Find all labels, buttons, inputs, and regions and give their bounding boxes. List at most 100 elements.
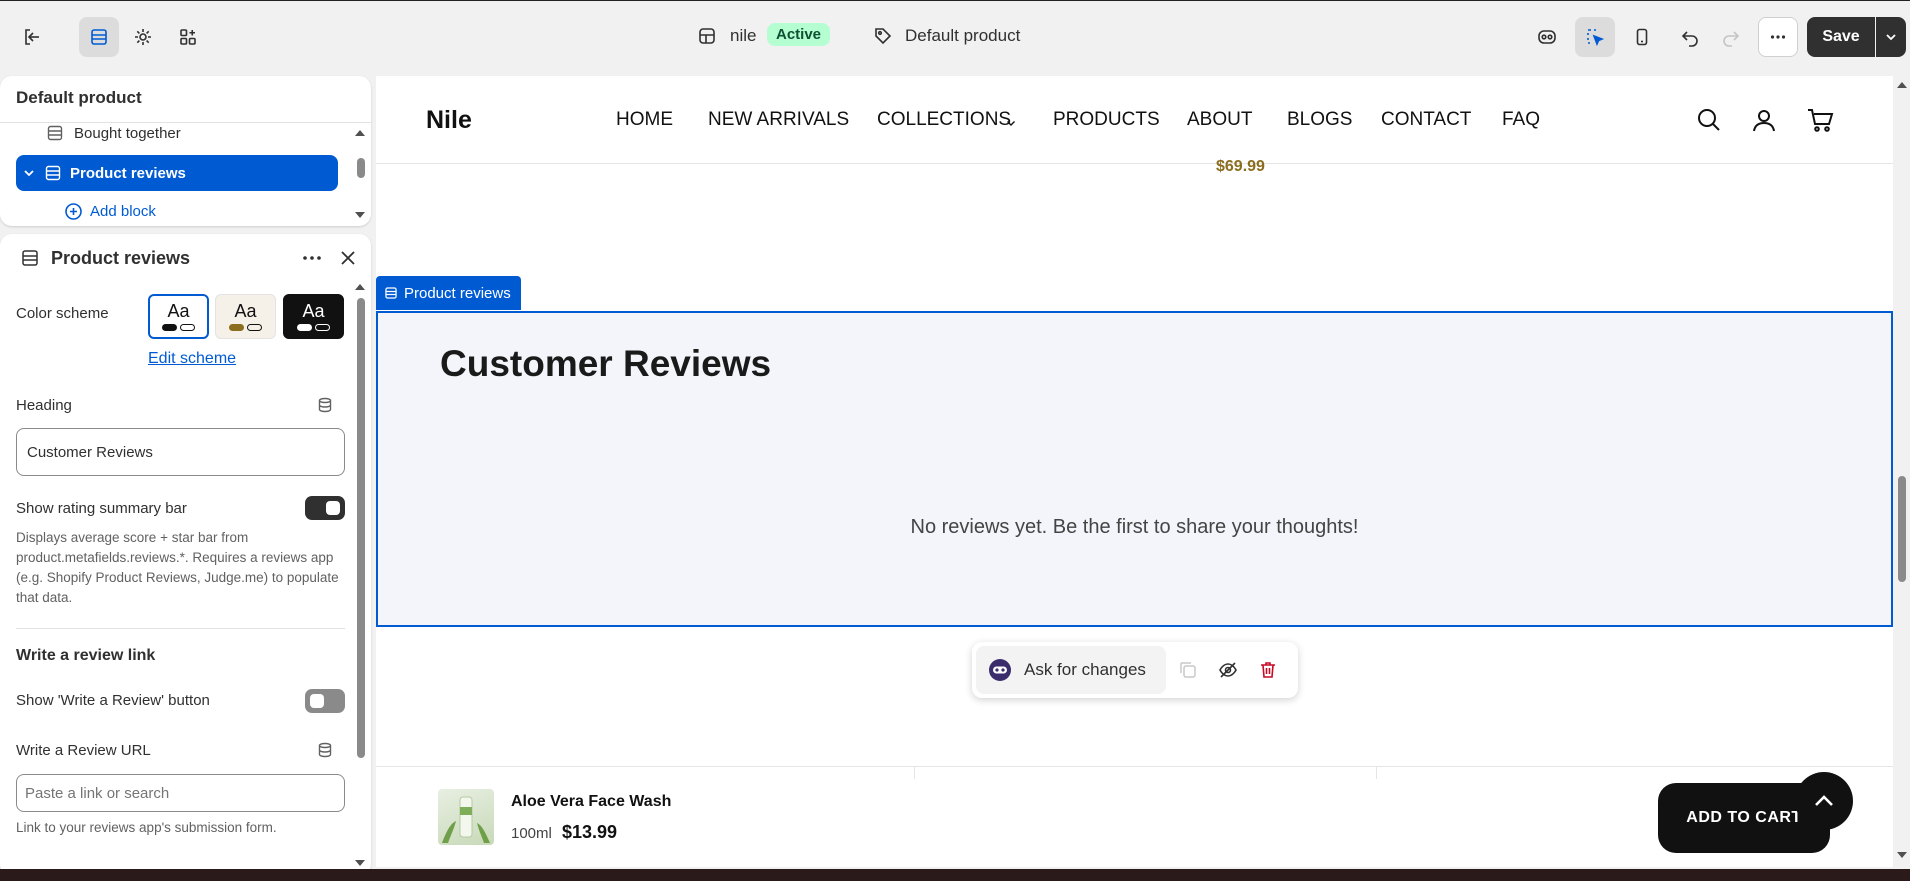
nav-products[interactable]: PRODUCTS (1053, 109, 1160, 131)
ellipsis-icon (303, 256, 321, 260)
reviews-heading: Customer Reviews (440, 343, 772, 384)
undo-button[interactable] (1670, 17, 1710, 57)
search-icon[interactable] (1696, 107, 1722, 133)
duplicate-icon[interactable] (1178, 660, 1198, 680)
settings-title: Product reviews (51, 248, 191, 268)
sections-button[interactable] (79, 17, 119, 57)
cart-icon[interactable] (1806, 107, 1834, 133)
scheme-sample-text: Aa (167, 301, 190, 321)
tree-item-bought-together[interactable]: Bought together (16, 116, 338, 150)
exit-button[interactable] (12, 17, 52, 57)
edit-scheme-link[interactable]: Edit scheme (148, 350, 236, 368)
exit-icon (25, 29, 39, 45)
tree-item-product-reviews[interactable]: Product reviews (16, 155, 338, 191)
scroll-down-icon (355, 212, 365, 218)
chevron-down-icon (1886, 34, 1896, 41)
account-icon[interactable] (1751, 107, 1777, 133)
color-scheme-option-3[interactable]: Aa (283, 294, 344, 339)
tag-icon (873, 26, 893, 46)
ellipsis-icon (1770, 35, 1786, 39)
cursor-select-icon (1587, 29, 1605, 47)
store-name: nile (730, 26, 757, 45)
dynamic-source-icon[interactable] (316, 396, 334, 414)
save-menu-button[interactable] (1876, 17, 1906, 57)
preview-scrollbar[interactable] (1894, 76, 1910, 866)
store-icon (697, 26, 717, 46)
heading-input[interactable]: Customer Reviews (16, 428, 345, 476)
inspector-button[interactable] (1575, 17, 1615, 57)
rating-bar-toggle[interactable] (305, 496, 345, 520)
os-taskbar (0, 869, 1910, 881)
section-icon (385, 287, 397, 299)
site-header: Nile HOME NEW ARRIVALS COLLECTIONS PRODU… (376, 76, 1893, 164)
show-write-button-toggle[interactable] (305, 689, 345, 713)
review-url-label: Write a Review URL (16, 742, 151, 759)
theme-settings-button[interactable] (123, 17, 163, 57)
scheme-sample-text: Aa (234, 301, 257, 321)
nav-contact[interactable]: CONTACT (1381, 109, 1471, 131)
color-scheme-option-2[interactable]: Aa (215, 294, 276, 339)
section-tree-panel: Default product Bought together Product … (0, 76, 371, 226)
color-scheme-option-1[interactable]: Aa (148, 294, 209, 339)
toggle-knob (310, 694, 324, 708)
review-url-input[interactable] (16, 774, 345, 812)
add-block-button[interactable]: Add block (64, 202, 156, 221)
save-button[interactable]: Save (1807, 17, 1875, 57)
trash-icon[interactable] (1258, 660, 1278, 680)
heading-input-value: Customer Reviews (27, 443, 153, 461)
nav-blogs[interactable]: BLOGS (1287, 109, 1352, 131)
site-logo[interactable]: Nile (426, 106, 472, 135)
settings-scrollbar[interactable] (352, 280, 368, 876)
rating-bar-help: Displays average score + star bar from p… (16, 530, 339, 605)
section-tab-label: Product reviews (404, 284, 511, 302)
eye-off-icon[interactable] (1218, 660, 1238, 680)
settings-more-button[interactable] (300, 246, 324, 270)
close-settings-button[interactable] (337, 247, 359, 269)
related-product-price: $69.99 (1216, 158, 1265, 175)
sections-icon (91, 29, 107, 45)
section-icon (45, 165, 61, 181)
scroll-up-icon (1897, 82, 1907, 88)
product-thumbnail (438, 789, 494, 845)
reviews-section[interactable]: Customer Reviews No reviews yet. Be the … (376, 311, 1893, 627)
redo-button[interactable] (1711, 17, 1751, 57)
template-selector[interactable]: Default product (905, 26, 1020, 46)
nav-faq[interactable]: FAQ (1502, 109, 1540, 131)
chevron-up-icon (1815, 795, 1833, 806)
ask-for-changes-button[interactable]: Ask for changes (976, 646, 1166, 694)
preview-scroll-thumb[interactable] (1898, 476, 1906, 582)
ask-for-changes-label: Ask for changes (1024, 660, 1146, 679)
dynamic-source-icon[interactable] (316, 741, 334, 759)
chevron-down-icon (24, 170, 34, 177)
review-url-field[interactable] (17, 775, 344, 811)
scroll-down-icon (1897, 852, 1907, 858)
nav-home[interactable]: HOME (616, 109, 673, 131)
undo-icon (1681, 31, 1698, 47)
nav-collections[interactable]: COLLECTIONS (877, 109, 1011, 131)
gear-icon (135, 29, 151, 45)
section-settings-panel: Product reviews Color scheme Aa Aa Aa Ed… (0, 234, 371, 876)
selected-section-tab[interactable]: Product reviews (376, 276, 521, 310)
scroll-up-icon (355, 130, 365, 136)
scroll-down-icon (355, 860, 365, 866)
nav-new-arrivals[interactable]: NEW ARRIVALS (708, 109, 849, 131)
settings-scroll-thumb[interactable] (357, 298, 365, 758)
rating-bar-label: Show rating summary bar (16, 500, 187, 517)
redo-icon (1723, 31, 1740, 47)
mobile-view-button[interactable] (1622, 17, 1662, 57)
apps-button[interactable] (168, 17, 208, 57)
add-block-label: Add block (90, 203, 156, 220)
settings-divider (16, 628, 345, 629)
sidekick-icon (989, 659, 1011, 681)
tree-scroll-thumb[interactable] (357, 158, 365, 178)
sidekick-button[interactable] (1527, 17, 1567, 57)
scroll-up-icon (355, 284, 365, 290)
nav-about[interactable]: ABOUT (1187, 109, 1252, 131)
tree-item-label: Bought together (74, 124, 181, 142)
back-to-top-button[interactable] (1795, 772, 1853, 830)
more-actions-button[interactable] (1758, 17, 1798, 57)
sticky-product-name: Aloe Vera Face Wash (511, 793, 672, 810)
scheme-sample-text: Aa (302, 301, 325, 321)
tree-scrollbar[interactable] (352, 124, 368, 224)
section-action-bar: Ask for changes (972, 642, 1298, 698)
